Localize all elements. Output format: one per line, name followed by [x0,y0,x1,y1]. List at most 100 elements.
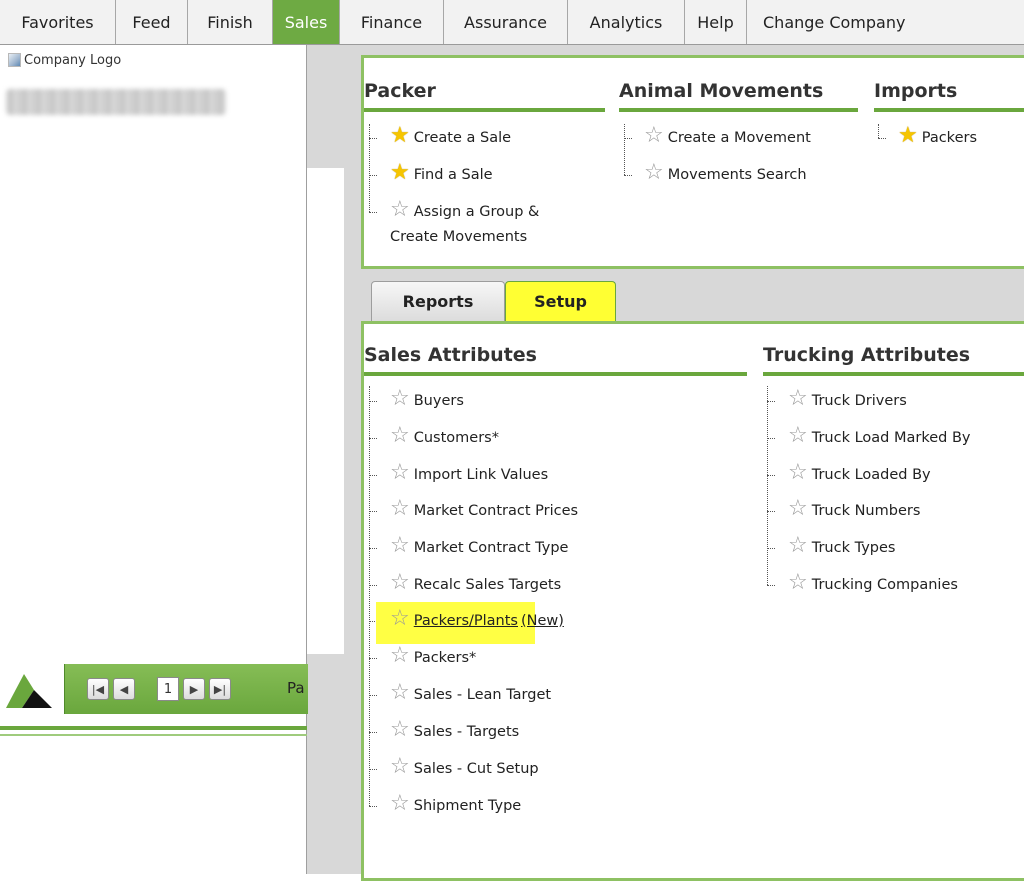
star-outline-icon[interactable]: ☆ [390,719,410,741]
star-outline-icon[interactable]: ☆ [788,535,808,557]
menu-help[interactable]: Help [685,0,747,44]
tree-line [767,386,776,585]
last-page-icon[interactable]: ▶| [209,678,231,700]
tree-branch [624,138,632,139]
section-rule [874,108,1024,112]
star-outline-icon[interactable]: ☆ [644,162,664,184]
star-outline-icon[interactable]: ☆ [390,756,410,778]
star-outline-icon[interactable]: ☆ [788,498,808,520]
menu-sales[interactable]: Sales [273,0,340,44]
section-title-packer: Packer [364,80,436,102]
link-market-contract-prices[interactable]: ☆ Market Contract Prices [390,498,579,520]
tab-reports[interactable]: Reports [371,281,505,321]
favorite-star-icon[interactable]: ★ [390,125,410,147]
tree-branch [369,695,377,696]
menu-change-company[interactable]: Change Company [747,0,1024,44]
next-page-icon[interactable]: ▶ [183,678,205,700]
link-label-line2[interactable]: Create Movements [390,229,527,245]
star-outline-icon[interactable]: ☆ [390,462,410,484]
link-find-a-sale[interactable]: ★ Find a Sale [390,162,493,184]
link-truck-numbers[interactable]: ☆ Truck Numbers [788,498,920,520]
link-truck-drivers[interactable]: ☆ Truck Drivers [788,388,907,410]
star-outline-icon[interactable]: ☆ [390,793,410,815]
link-label: Packers [921,130,978,146]
link-market-contract-type[interactable]: ☆ Market Contract Type [390,535,568,557]
star-outline-icon[interactable]: ☆ [390,199,410,221]
link-assign-group-create-movements[interactable]: ☆ Assign a Group & [390,199,539,221]
link-truck-loaded-by[interactable]: ☆ Truck Loaded By [788,462,931,484]
link-create-a-movement[interactable]: ☆ Create a Movement [644,125,811,147]
pager: |◀ ◀ 1 ▶ ▶| Pa [0,664,308,714]
star-outline-icon[interactable]: ☆ [390,682,410,704]
menu-feed[interactable]: Feed [116,0,188,44]
star-outline-icon[interactable]: ☆ [390,572,410,594]
link-recalc-sales-targets[interactable]: ☆ Recalc Sales Targets [390,572,562,594]
menu-finish[interactable]: Finish [188,0,273,44]
link-create-a-sale[interactable]: ★ Create a Sale [390,125,511,147]
link-buyers[interactable]: ☆ Buyers [390,388,464,410]
tree-branch [369,769,377,770]
company-logo-alt-text: Company Logo [24,52,122,68]
tree-branch [369,438,377,439]
divider [0,734,307,736]
star-outline-icon[interactable]: ☆ [390,498,410,520]
link-truck-load-marked-by[interactable]: ☆ Truck Load Marked By [788,425,971,447]
link-trucking-companies[interactable]: ☆ Trucking Companies [788,572,958,594]
link-label: Import Link Values [413,467,549,483]
tree-line [878,124,887,138]
link-sales-targets[interactable]: ☆ Sales - Targets [390,719,520,741]
star-outline-icon[interactable]: ☆ [390,425,410,447]
link-packers[interactable]: ☆ Packers* [390,645,476,667]
link-import-packers[interactable]: ★ Packers [898,125,978,147]
link-label: Movements Search [667,167,807,183]
link-import-link-values[interactable]: ☆ Import Link Values [390,462,549,484]
link-shipment-type[interactable]: ☆ Shipment Type [390,793,521,815]
section-title-trucking-attributes: Trucking Attributes [763,344,971,366]
star-outline-icon[interactable]: ☆ [788,388,808,410]
link-sales-lean-target[interactable]: ☆ Sales - Lean Target [390,682,551,704]
menu-favorites[interactable]: Favorites [0,0,116,44]
tree-branch [767,475,775,476]
tree-branch [369,212,377,213]
link-customers[interactable]: ☆ Customers* [390,425,499,447]
star-outline-icon[interactable]: ☆ [644,125,664,147]
star-outline-icon[interactable]: ☆ [390,388,410,410]
left-content-area [0,168,344,654]
link-sales-cut-setup[interactable]: ☆ Sales - Cut Setup [390,756,539,778]
section-rule [763,372,1024,376]
link-label: Truck Load Marked By [811,430,971,446]
link-truck-types[interactable]: ☆ Truck Types [788,535,895,557]
link-label: Sales - Targets [413,724,520,740]
star-outline-icon[interactable]: ☆ [788,462,808,484]
tree-branch [369,138,377,139]
link-label: Truck Loaded By [811,467,931,483]
prev-page-icon[interactable]: ◀ [113,678,135,700]
brand-logo-icon [0,664,64,714]
menu-finance[interactable]: Finance [340,0,444,44]
new-badge: (New) [520,613,564,629]
section-title-animal-movements: Animal Movements [619,80,824,102]
tab-setup[interactable]: Setup [505,281,616,321]
menu-analytics[interactable]: Analytics [568,0,685,44]
left-divider-line [306,45,307,874]
section-rule [364,372,747,376]
link-label: Packers/Plants [413,613,518,629]
link-label: Market Contract Prices [413,503,579,519]
star-outline-icon[interactable]: ☆ [390,645,410,667]
favorite-star-icon[interactable]: ★ [390,162,410,184]
link-movements-search[interactable]: ☆ Movements Search [644,162,807,184]
star-outline-icon[interactable]: ☆ [788,425,808,447]
tree-branch [369,732,377,733]
star-outline-icon[interactable]: ☆ [390,535,410,557]
tree-branch [369,585,377,586]
favorite-star-icon[interactable]: ★ [898,125,918,147]
link-label: Recalc Sales Targets [413,577,562,593]
star-outline-icon[interactable]: ☆ [390,608,410,630]
menu-assurance[interactable]: Assurance [444,0,568,44]
left-divider-strip [307,45,344,168]
first-page-icon[interactable]: |◀ [87,678,109,700]
link-packers-plants[interactable]: ☆ Packers/Plants (New) [390,608,564,630]
star-outline-icon[interactable]: ☆ [788,572,808,594]
divider [0,726,307,730]
page-number-input[interactable]: 1 [157,677,179,701]
